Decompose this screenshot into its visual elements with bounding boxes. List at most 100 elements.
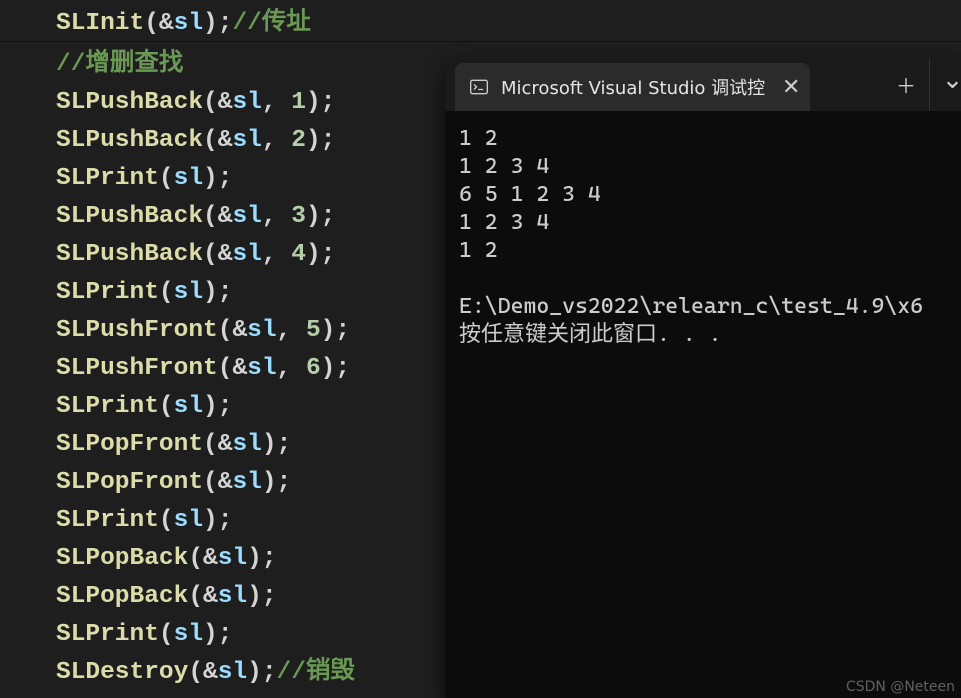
code-token: , [262, 241, 291, 268]
code-token: SLPushBack [56, 89, 203, 116]
tab-dropdown-button[interactable]: ⌄ [929, 58, 961, 111]
code-token: ( [203, 469, 218, 496]
code-token: SLPrint [56, 165, 159, 192]
code-token: SLPushFront [56, 355, 218, 382]
code-token: ( [159, 165, 174, 192]
code-token: //销毁 [277, 659, 355, 686]
code-token: sl [232, 431, 261, 458]
code-token: & [203, 659, 218, 686]
plus-icon: ＋ [896, 70, 916, 100]
code-token: SLPopFront [56, 469, 203, 496]
watermark: CSDN @Neteen [846, 679, 955, 695]
code-token: , [262, 127, 291, 154]
code-token: SLPushFront [56, 317, 218, 344]
code-token: sl [247, 355, 276, 382]
code-token: //传址 [232, 10, 310, 37]
code-token: sl [174, 279, 203, 306]
code-token: 5 [306, 317, 321, 344]
code-token: ); [306, 89, 335, 116]
code-token: sl [174, 393, 203, 420]
code-token: ( [203, 431, 218, 458]
code-token: ); [247, 583, 276, 610]
code-token: sl [218, 583, 247, 610]
code-token: ); [203, 10, 232, 37]
code-token: SLPopFront [56, 431, 203, 458]
terminal-tab-title: Microsoft Visual Studio 调试控 [501, 74, 770, 100]
code-token: ( [188, 659, 203, 686]
code-token: SLDestroy [56, 659, 188, 686]
code-token: sl [218, 545, 247, 572]
code-token: SLPushBack [56, 203, 203, 230]
code-token: ); [306, 127, 335, 154]
code-token: ); [203, 279, 232, 306]
code-token: ( [188, 545, 203, 572]
terminal-output[interactable]: 1 2 1 2 3 4 6 5 1 2 3 4 1 2 3 4 1 2 E:\D… [445, 111, 961, 363]
code-token: SLPushBack [56, 241, 203, 268]
code-token: sl [218, 659, 247, 686]
code-token: SLPrint [56, 279, 159, 306]
code-token: ( [203, 127, 218, 154]
code-token: ); [262, 431, 291, 458]
code-token: ); [262, 469, 291, 496]
code-token: ( [203, 89, 218, 116]
code-token: & [218, 469, 233, 496]
code-token: 3 [291, 203, 306, 230]
code-token: SLInit [56, 10, 144, 37]
code-token: 2 [291, 127, 306, 154]
code-token: ); [247, 545, 276, 572]
code-token: & [203, 583, 218, 610]
code-token: , [262, 203, 291, 230]
terminal-titlebar: Microsoft Visual Studio 调试控 ✕ ＋ ⌄ [445, 58, 961, 111]
new-tab-button[interactable]: ＋ [883, 58, 929, 111]
code-line[interactable]: SLInit(&sl);//传址 [56, 5, 961, 43]
chevron-down-icon: ⌄ [942, 65, 961, 96]
code-token: ); [203, 621, 232, 648]
code-token: SLPrint [56, 621, 159, 648]
code-token: ( [159, 279, 174, 306]
code-token: ); [247, 659, 276, 686]
code-token: ( [159, 393, 174, 420]
code-token: & [218, 127, 233, 154]
code-token: 4 [291, 241, 306, 268]
code-token: ( [159, 621, 174, 648]
code-token: ( [144, 10, 159, 37]
code-token: SLPrint [56, 507, 159, 534]
code-token: & [218, 241, 233, 268]
code-token: ); [203, 507, 232, 534]
code-token: sl [232, 241, 261, 268]
code-token: sl [174, 621, 203, 648]
code-token: ( [159, 507, 174, 534]
code-token: ( [203, 241, 218, 268]
code-token: sl [247, 317, 276, 344]
close-icon[interactable]: ✕ [782, 75, 800, 100]
code-token: sl [232, 127, 261, 154]
code-token: sl [174, 10, 203, 37]
code-token: 6 [306, 355, 321, 382]
code-token: sl [174, 165, 203, 192]
code-token: & [232, 317, 247, 344]
editor-top-bar: SLInit(&sl);//传址 [0, 0, 961, 42]
code-token: & [218, 431, 233, 458]
terminal-window: Microsoft Visual Studio 调试控 ✕ ＋ ⌄ 1 2 1 … [445, 58, 961, 698]
code-token: //增删查找 [56, 51, 183, 78]
code-token: , [262, 89, 291, 116]
terminal-tab[interactable]: Microsoft Visual Studio 调试控 ✕ [455, 63, 810, 111]
code-token: ); [203, 393, 232, 420]
code-token: , [277, 317, 306, 344]
code-token: & [218, 89, 233, 116]
code-token: ); [321, 317, 350, 344]
code-token: sl [232, 469, 261, 496]
code-token: , [277, 355, 306, 382]
code-token: & [232, 355, 247, 382]
code-token: ); [203, 165, 232, 192]
code-token: sl [232, 89, 261, 116]
code-token: SLPopBack [56, 583, 188, 610]
code-token: ( [218, 317, 233, 344]
code-token: & [159, 10, 174, 37]
code-token: & [203, 545, 218, 572]
code-token: SLPushBack [56, 127, 203, 154]
code-token: & [218, 203, 233, 230]
code-token: ); [306, 203, 335, 230]
code-token: ); [321, 355, 350, 382]
code-token: sl [174, 507, 203, 534]
